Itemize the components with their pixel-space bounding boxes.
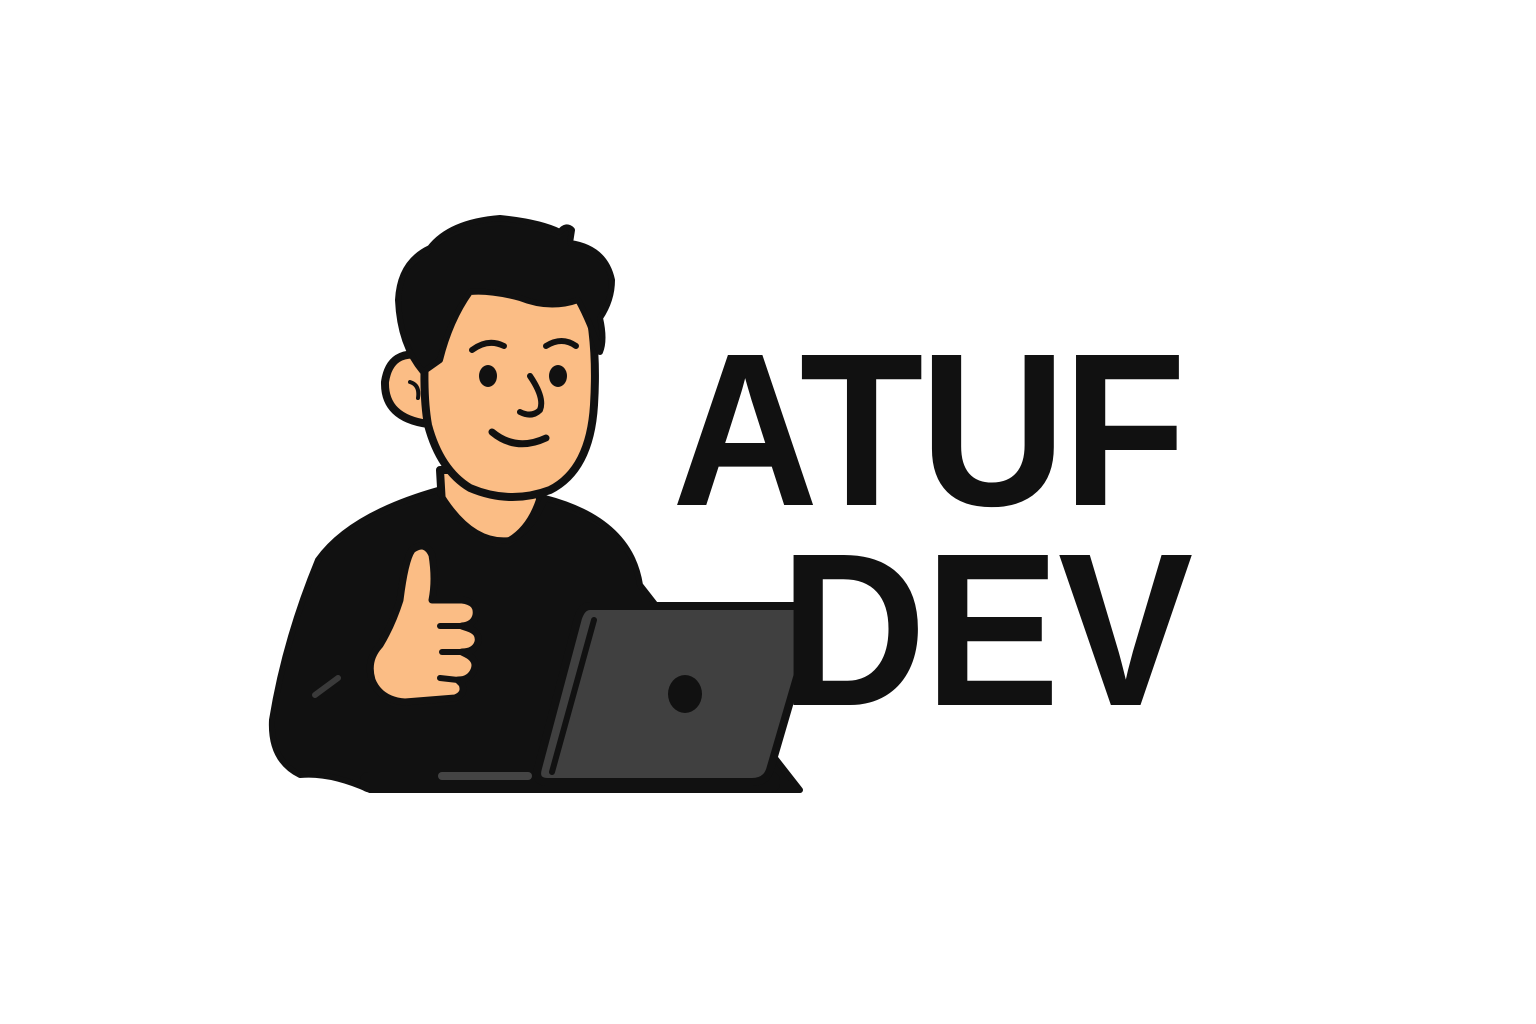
wordmark-line-atuf: ATUF [672, 309, 1186, 552]
finger-line-3 [437, 675, 461, 683]
wordmark-line-dev: DEV [780, 509, 1193, 752]
left-eye [479, 365, 497, 387]
laptop-base-highlight [438, 772, 532, 780]
laptop-logo [668, 675, 702, 713]
right-eye [549, 365, 567, 387]
